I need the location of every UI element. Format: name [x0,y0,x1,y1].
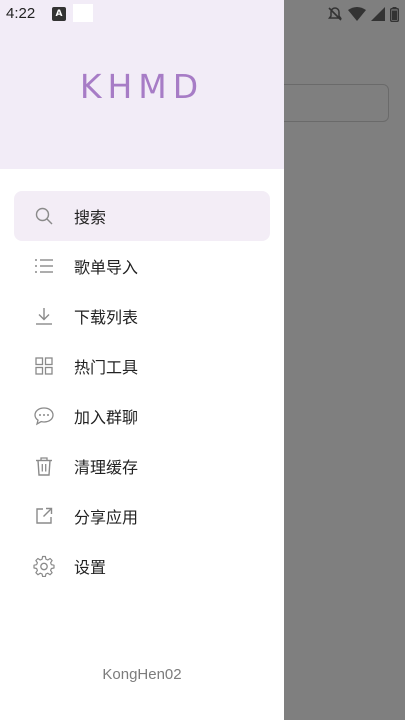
menu-item-label: 设置 [74,558,107,577]
grid-icon [14,356,74,376]
menu-item-label: 清理缓存 [74,458,139,477]
gear-icon [14,555,74,577]
status-icons [327,6,399,22]
status-time: 4:22 [6,5,36,22]
menu-item-label: 歌单导入 [74,258,139,277]
search-icon [14,206,74,226]
menu-item-settings[interactable]: 设置 [14,541,270,591]
menu-item-label: 加入群聊 [74,408,139,427]
wifi-icon [348,7,366,21]
drawer-menu: 搜索 歌单导入 下载列表 热门工具 加入群聊 清理缓存 分享应用 设置 [14,191,270,591]
download-icon [14,306,74,326]
menu-item-share-app[interactable]: 分享应用 [14,491,270,541]
notification-blank-icon [73,4,93,22]
menu-item-clear-cache[interactable]: 清理缓存 [14,441,270,491]
mute-icon [328,7,342,21]
menu-item-label: 分享应用 [74,508,139,527]
menu-item-download-list[interactable]: 下载列表 [14,291,270,341]
menu-item-label: 热门工具 [74,358,139,377]
menu-item-label: 下载列表 [74,308,139,327]
menu-item-label: 搜索 [74,208,107,227]
menu-item-playlist-import[interactable]: 歌单导入 [14,241,270,291]
menu-item-search[interactable]: 搜索 [14,191,270,241]
status-bar: 4:22 A [0,0,405,28]
navigation-drawer: KHMD 搜索 歌单导入 下载列表 热门工具 加入群聊 清理缓存 分享应用 设置… [0,0,284,720]
menu-item-join-group[interactable]: 加入群聊 [14,391,270,441]
chat-icon [14,406,74,426]
share-icon [14,506,74,526]
list-icon [14,257,74,275]
app-title: KHMD [79,67,205,106]
battery-icon [390,6,399,22]
drawer-footer-author: KongHen02 [102,666,182,683]
menu-item-hot-tools[interactable]: 热门工具 [14,341,270,391]
notification-icon: A [52,7,66,21]
signal-icon [371,7,385,21]
trash-icon [14,456,74,476]
